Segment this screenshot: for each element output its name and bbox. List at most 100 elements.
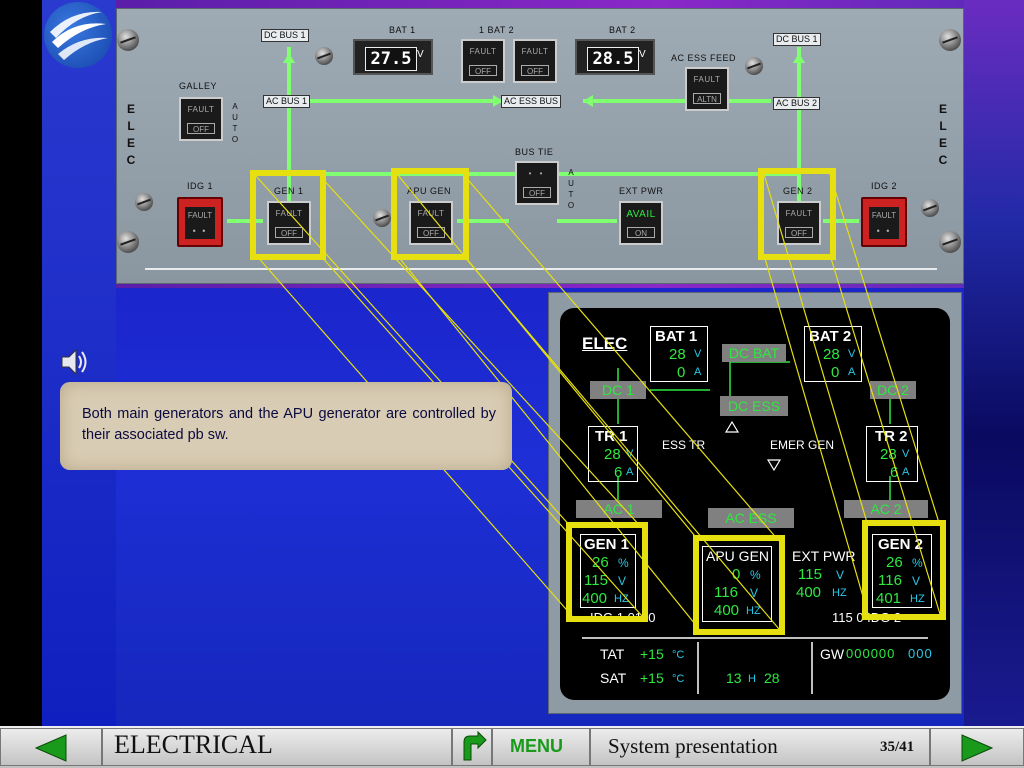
screw-icon <box>921 199 939 217</box>
bus-tie-pushbutton[interactable]: • • OFF <box>515 161 559 205</box>
ecam-gw-value: 000000 <box>846 646 896 661</box>
bat2-pushbutton[interactable]: FAULT OFF <box>513 39 557 83</box>
ecam-bat1-label: BAT 1 <box>655 328 698 345</box>
ecam-ess-tr-label: ESS TR <box>662 438 706 452</box>
screw-icon <box>117 29 139 51</box>
left-black-stripe <box>0 0 42 726</box>
screw-icon <box>939 231 961 253</box>
bus-tie-auto-label: AUTO <box>567 168 575 210</box>
bat1-voltage-unit: V <box>417 49 424 60</box>
screw-icon <box>939 29 961 51</box>
explanation-note: Both main generators and the APU generat… <box>60 382 512 470</box>
ecam-bat2-label: BAT 2 <box>809 328 852 345</box>
galley-label: GALLEY <box>179 81 218 91</box>
ecam-time-h-label: H <box>748 673 756 685</box>
dc-bus-1-left-label: DC BUS 1 <box>261 29 309 42</box>
next-arrow-icon[interactable] <box>960 733 994 763</box>
overhead-elec-panel: ELEC ELEC AUTO AUTO DC BUS 1 DC BUS 1 AC… <box>116 8 964 284</box>
off-light: OFF <box>521 65 549 76</box>
ecam-time-hours: 13 <box>726 670 742 686</box>
ecam-tr1-amps: 6 <box>614 464 623 481</box>
ac-bus-2-label: AC BUS 2 <box>773 97 821 110</box>
ecam-unit-a: A <box>694 366 702 378</box>
bat1-voltage-value: 27.5 <box>365 47 417 71</box>
idg1-guarded-button[interactable]: FAULT • • <box>177 197 223 247</box>
ecam-tr2-volts: 28 <box>880 446 897 463</box>
idg2-guarded-button[interactable]: FAULT • • <box>861 197 907 247</box>
ecam-tat-value: +15 <box>640 646 664 662</box>
ecam-ac-ess-bus: AC ESS <box>708 508 794 528</box>
fault-light: FAULT <box>521 47 549 56</box>
page-indicator: 35/41 <box>880 739 915 755</box>
off-light: OFF <box>469 65 497 76</box>
bat2-voltage-unit: V <box>639 49 646 60</box>
bus-tie-label: BUS TIE <box>515 147 554 157</box>
ext-pwr-pb-label: EXT PWR <box>619 186 664 196</box>
ecam-gen2-highlight <box>862 520 946 620</box>
fault-light: FAULT <box>187 105 215 114</box>
gen2-pb-highlight <box>758 168 836 260</box>
off-light: OFF <box>523 187 551 198</box>
galley-pushbutton[interactable]: FAULT OFF <box>179 97 223 141</box>
speaker-icon[interactable] <box>60 346 90 378</box>
ecam-dc1-bus: DC 1 <box>590 381 646 399</box>
ecam-gw-unit: 000 <box>908 646 933 661</box>
avail-light: AVAIL <box>626 209 656 220</box>
idg1-dots: • • <box>192 226 208 236</box>
elec-vertical-label-left: ELEC <box>126 102 136 167</box>
previous-arrow-icon[interactable] <box>34 733 68 763</box>
bottom-nav-bar: ELECTRICAL MENU System presentation 35/4… <box>0 726 1024 768</box>
bat2-voltage-value: 28.5 <box>587 47 639 71</box>
ecam-bat2-amps: 0 <box>831 364 840 381</box>
return-arrow-icon[interactable] <box>456 730 488 764</box>
ext-pwr-pushbutton[interactable]: AVAIL ON <box>619 201 663 245</box>
ecam-apu-gen-highlight <box>693 535 785 635</box>
ecam-emer-gen-label: EMER GEN <box>770 438 835 452</box>
ac-bus-1-label: AC BUS 1 <box>263 95 311 108</box>
explanation-text: Both main generators and the APU generat… <box>82 406 496 443</box>
bat1-voltmeter: 27.5 V <box>353 39 433 75</box>
ecam-ext-pwr-label: EXT PWR <box>792 548 856 564</box>
fault-light: FAULT <box>871 211 897 220</box>
ecam-ac1-bus: AC 1 <box>576 500 662 518</box>
galley-auto-label: AUTO <box>231 102 239 144</box>
bat1-label: BAT 1 <box>389 25 416 35</box>
bat-pb-label: 1 BAT 2 <box>479 25 515 35</box>
ecam-bat1-amps: 0 <box>677 364 686 381</box>
screw-icon <box>745 57 763 75</box>
ecam-ac2-bus: AC 2 <box>844 500 928 518</box>
fault-light: FAULT <box>469 47 497 56</box>
fault-light: FAULT <box>187 211 213 220</box>
ecam-ext-pwr-freq: 400 <box>796 584 822 601</box>
bat1-pushbutton[interactable]: FAULT OFF <box>461 39 505 83</box>
ecam-elec-page: ELEC BAT 1 28 V 0 A BAT 2 28 V 0 A DC BA… <box>560 308 950 700</box>
altn-light: ALTN <box>693 93 721 104</box>
subtitle-text: System presentation <box>608 734 778 758</box>
dc-bus-1-right-label: DC BUS 1 <box>773 33 821 46</box>
gen1-pb-highlight <box>250 170 326 260</box>
ac-ess-feed-pushbutton[interactable]: FAULT ALTN <box>685 67 729 111</box>
bus-tie-dots: • • <box>528 169 546 178</box>
screw-icon <box>373 209 391 227</box>
bat2-voltmeter: 28.5 V <box>575 39 655 75</box>
ecam-tr2-label: TR 2 <box>875 428 908 445</box>
fault-light: FAULT <box>693 75 721 84</box>
ecam-tr2-amps: 6 <box>890 464 899 481</box>
airline-logo-icon <box>44 2 112 68</box>
screw-icon <box>117 231 139 253</box>
apu-gen-pb-highlight <box>391 168 469 260</box>
ecam-unit-a: A <box>902 466 910 478</box>
ecam-unit-v: V <box>902 448 910 460</box>
ecam-gw-label: GW <box>820 646 845 662</box>
menu-button[interactable]: MENU <box>510 736 563 757</box>
ecam-unit-c: °C <box>672 649 685 661</box>
bat2-label: BAT 2 <box>609 25 636 35</box>
ecam-dc-bat-bus: DC BAT <box>722 344 786 362</box>
elec-vertical-label-right: ELEC <box>938 102 948 167</box>
ecam-unit-a: A <box>626 466 634 478</box>
ecam-sat-value: +15 <box>640 670 664 686</box>
ecam-bat1-volts: 28 <box>669 346 686 363</box>
ecam-page-title: ELEC <box>582 334 628 353</box>
ecam-unit-v: V <box>626 448 634 460</box>
ac-ess-feed-label: AC ESS FEED <box>671 53 737 63</box>
